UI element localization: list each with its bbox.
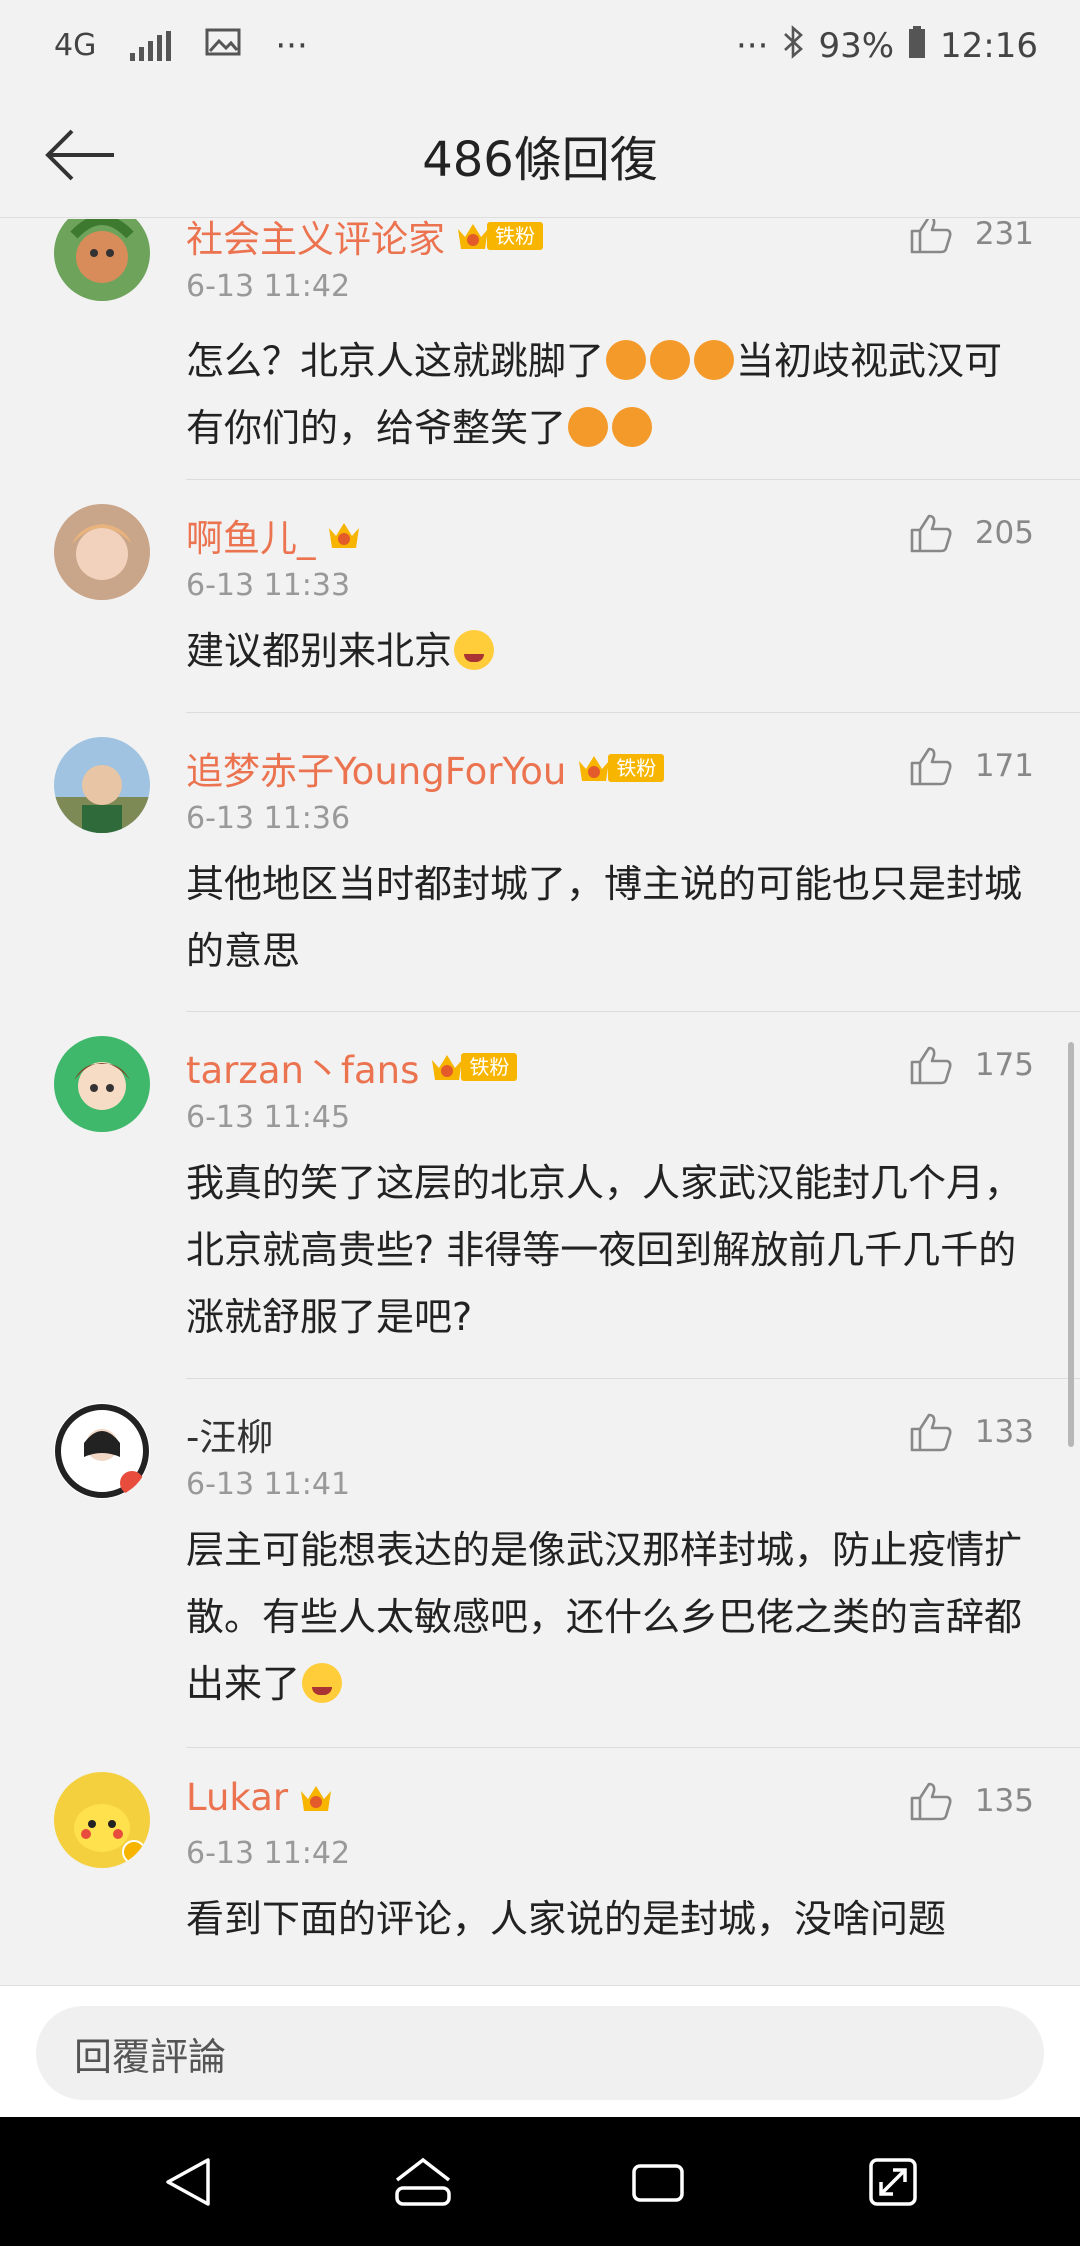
like-button[interactable]: 135: [909, 1780, 1034, 1822]
comment-time: 6-13 11:36: [186, 801, 351, 836]
username[interactable]: 啊鱼儿_: [186, 508, 362, 562]
divider: [186, 479, 1080, 480]
username[interactable]: -汪柳: [186, 1407, 273, 1461]
like-button[interactable]: 175: [909, 1044, 1034, 1086]
nav-back-icon: [165, 2157, 210, 2206]
system-nav-bar: [0, 2117, 1080, 2246]
thumbs-up-icon: [910, 1046, 952, 1085]
comment-time: 6-13 11:41: [186, 1467, 351, 1502]
reply-input[interactable]: 回覆評論: [36, 2006, 1044, 2100]
crown-icon: [458, 224, 488, 249]
like-count: 231: [974, 219, 1034, 252]
like-button[interactable]: 171: [909, 745, 1034, 787]
emoji-icon: [302, 1663, 343, 1703]
emoji-icon: [568, 407, 609, 447]
app-header: 486條回復: [0, 92, 1080, 218]
reply-composer: 回覆評論: [0, 1985, 1080, 2117]
comment-time: 6-13 11:42: [186, 1836, 351, 1871]
thumbs-up-icon: [910, 219, 952, 254]
like-count: 171: [974, 748, 1034, 784]
avatar[interactable]: [54, 504, 150, 600]
battery-icon: [908, 25, 926, 68]
avatar[interactable]: [54, 1036, 150, 1132]
comment-text: 看到下面的评论，人家说的是封城，没啥问题: [186, 1897, 947, 1941]
emoji-icon: [612, 407, 653, 447]
like-count: 205: [974, 515, 1034, 551]
crown-icon: [579, 756, 610, 781]
fan-badge: 铁粉: [429, 1050, 518, 1084]
avatar[interactable]: [54, 737, 150, 833]
fan-badge: 铁粉: [455, 219, 543, 253]
fan-badge: 铁粉: [576, 751, 665, 785]
avatar[interactable]: [54, 1403, 150, 1499]
comment-text: 层主可能想表达的是像武汉那样封城，防止疫情扩散。有些人太敏感吧，还什么乡巴佬之类…: [186, 1528, 1023, 1706]
emoji-icon: [650, 340, 691, 380]
scrollbar-thumb[interactable]: [1068, 1042, 1074, 1447]
network-type: 4G: [54, 28, 97, 63]
comment-time: 6-13 11:45: [186, 1100, 351, 1135]
like-count: 175: [974, 1047, 1034, 1083]
comment-time: 6-13 11:33: [186, 568, 351, 603]
divider: [186, 1378, 1080, 1379]
bluetooth-icon: [782, 24, 804, 68]
like-button[interactable]: 133: [909, 1411, 1034, 1453]
more-status: ···: [736, 26, 769, 66]
username[interactable]: 社会主义评论家 铁粉: [186, 219, 543, 263]
thumbs-up-icon: [910, 514, 952, 553]
emoji-icon: [454, 630, 495, 670]
comment-time: 6-13 11:42: [186, 269, 351, 304]
comment-text: 建议都别来北京: [186, 618, 1036, 685]
like-count: 133: [974, 1414, 1034, 1450]
username[interactable]: 追梦赤子YoungForYou 铁粉: [186, 741, 665, 795]
like-count: 135: [974, 1783, 1034, 1819]
page-title: 486條回復: [422, 131, 658, 188]
divider: [186, 1011, 1080, 1012]
avatar[interactable]: [54, 219, 150, 301]
battery-level: 93%: [818, 26, 895, 66]
nav-home-icon: [394, 2157, 451, 2206]
divider: [186, 712, 1080, 713]
signal-icon: [130, 31, 172, 61]
nav-rotate-button[interactable]: [853, 2142, 933, 2222]
emoji-icon: [606, 340, 647, 380]
more-notifications: ···: [275, 26, 308, 66]
nav-home-button[interactable]: [383, 2142, 463, 2222]
comment-text: 其他地区当时都封城了，博主说的可能也只是封城的意思: [186, 862, 1023, 973]
emoji-icon: [694, 340, 735, 380]
username[interactable]: tarzan丶fans 铁粉: [186, 1040, 518, 1094]
thumbs-up-icon: [910, 747, 952, 786]
comment-list[interactable]: 社会主义评论家 铁粉 231 6-13 11:42 怎么？北京人这就跳脚了 当初歧…: [0, 219, 1080, 1985]
divider: [186, 1747, 1080, 1748]
clock: 12:16: [940, 26, 1038, 66]
comment-text: 我真的笑了这层的北京人，人家武汉能封几个月，北京就高贵些? 非得等一夜回到解放前…: [186, 1161, 1023, 1339]
username[interactable]: Lukar: [186, 1776, 334, 1819]
crown-icon: [301, 1785, 332, 1811]
crown-icon: [432, 1055, 463, 1080]
nav-back-button[interactable]: [148, 2142, 228, 2222]
back-button[interactable]: [30, 110, 130, 200]
image-icon: [205, 26, 241, 66]
avatar[interactable]: [54, 1772, 150, 1868]
nav-recents-button[interactable]: [618, 2142, 698, 2222]
thumbs-up-icon: [910, 1413, 952, 1452]
like-button[interactable]: 231: [909, 219, 1034, 255]
crown-icon: [328, 523, 359, 548]
nav-recents-icon: [631, 2163, 684, 2202]
thumbs-up-icon: [910, 1782, 952, 1821]
nav-rotate-icon: [868, 2157, 917, 2206]
like-button[interactable]: 205: [909, 512, 1034, 554]
back-arrow-icon: [45, 129, 114, 181]
comment-text: 怎么？北京人这就跳脚了 当初歧视武汉可有你们的，给爷整笑了: [186, 339, 1003, 450]
status-bar: 4G ··· ··· 93% 12:16: [0, 0, 1080, 92]
